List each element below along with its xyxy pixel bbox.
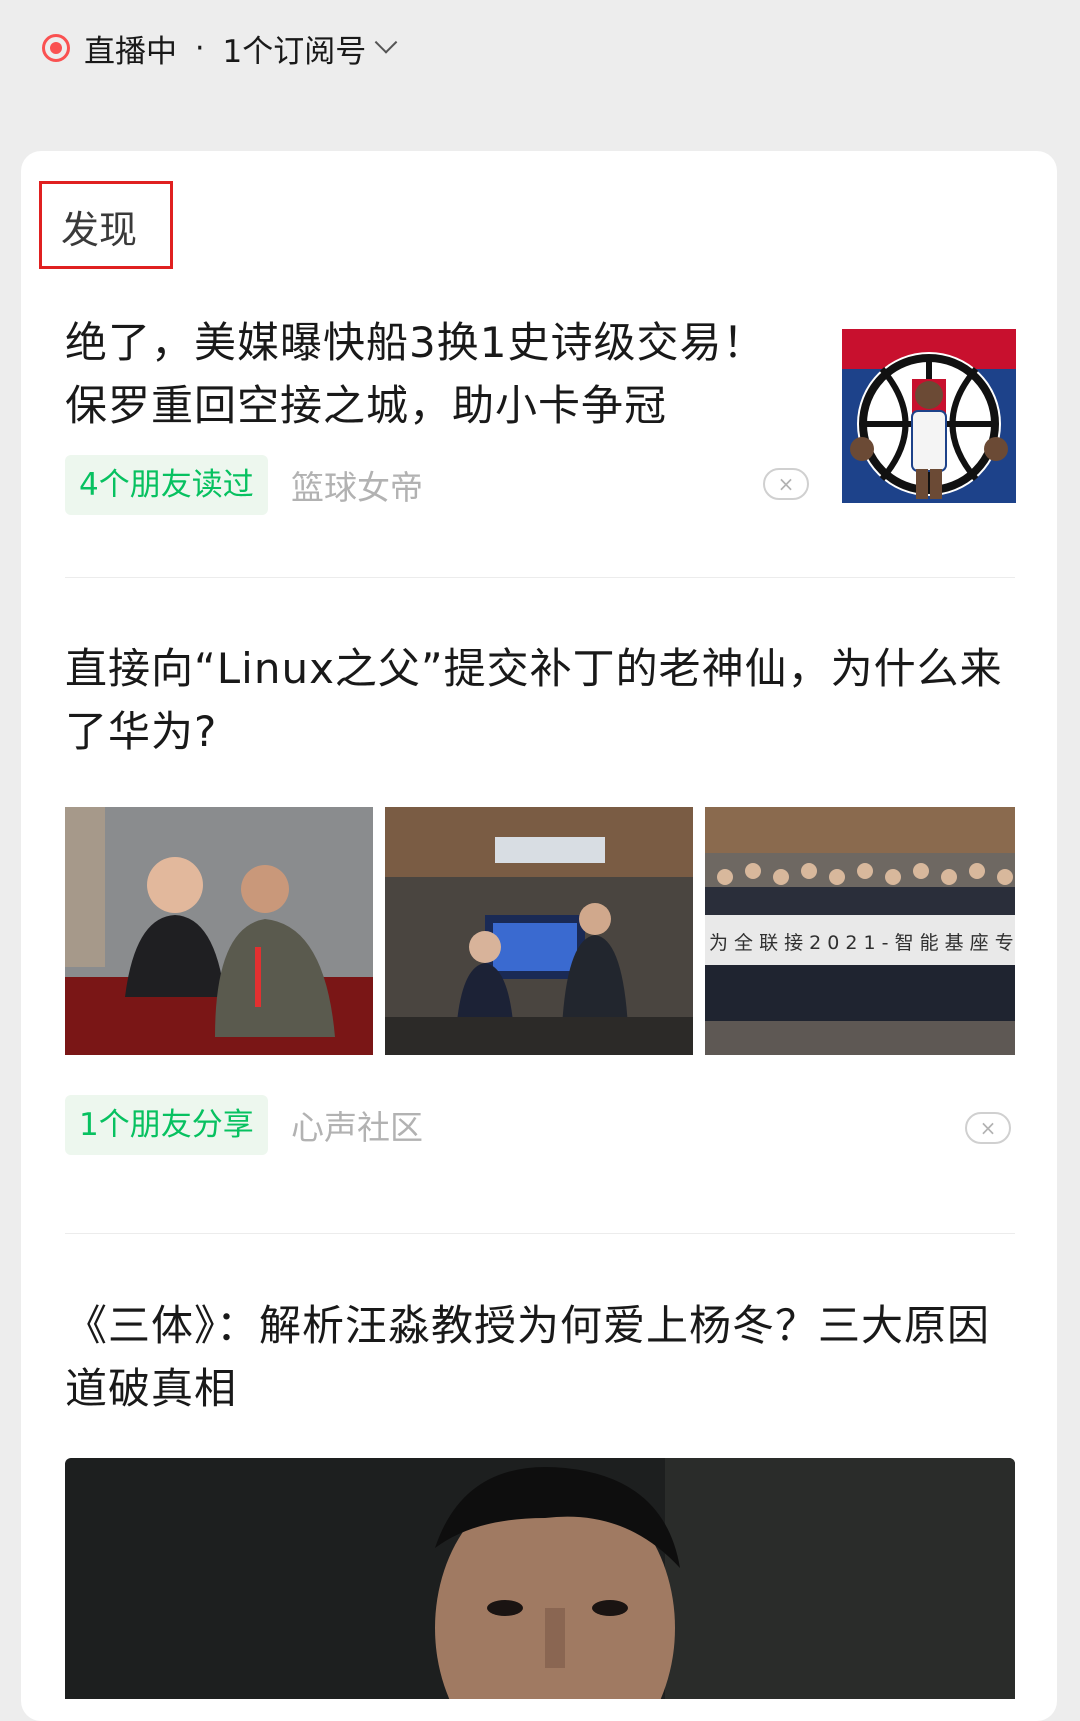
- conference-booth-photo: [385, 807, 693, 1055]
- article-source[interactable]: 心声社区: [291, 1101, 423, 1149]
- live-status-label: 直播中: [84, 33, 177, 70]
- group-photo: 为 全 联 接 2 0 2 1 - 智 能 基 座 专: [705, 807, 1015, 1055]
- actor-portrait-photo: [65, 1458, 1015, 1699]
- article-image-2[interactable]: [385, 807, 693, 1055]
- close-icon: ×: [979, 1116, 997, 1140]
- close-icon: ×: [777, 472, 795, 496]
- discover-card: 发现 绝了，美媒曝快船3换1史诗级交易！保罗重回空接之城，助小卡争冠 4个朋友读…: [21, 151, 1057, 1721]
- article-image-3[interactable]: 为 全 联 接 2 0 2 1 - 智 能 基 座 专: [705, 807, 1015, 1055]
- two-men-photo: [65, 807, 373, 1055]
- banner-text: 为 全 联 接 2 0 2 1 - 智 能 基 座 专: [709, 932, 1014, 954]
- friends-share-badge: 1个朋友分享: [65, 1095, 268, 1155]
- article-title[interactable]: 《三体》：解析汪淼教授为何爱上杨冬？三大原因道破真相: [65, 1294, 1015, 1420]
- section-title: 发现: [61, 208, 138, 252]
- divider: [65, 1233, 1015, 1234]
- clippers-player-image: [842, 329, 1016, 503]
- dismiss-button[interactable]: ×: [763, 468, 809, 500]
- divider: [65, 577, 1015, 578]
- live-indicator-icon: [42, 34, 70, 62]
- article-source[interactable]: 篮球女帝: [291, 461, 423, 509]
- chevron-down-icon[interactable]: [374, 31, 398, 54]
- separator-dot: ·: [195, 30, 205, 66]
- article-title[interactable]: 绝了，美媒曝快船3换1史诗级交易！保罗重回空接之城，助小卡争冠: [65, 311, 805, 437]
- friends-read-badge: 4个朋友读过: [65, 455, 268, 515]
- article-thumbnail[interactable]: [842, 329, 1016, 503]
- article-title[interactable]: 直接向“Linux之父”提交补丁的老神仙，为什么来了华为?: [65, 637, 1015, 763]
- article-cover-image[interactable]: [65, 1458, 1015, 1699]
- subscription-count: 1个订阅号: [222, 33, 367, 70]
- dismiss-button[interactable]: ×: [965, 1112, 1011, 1144]
- live-bar[interactable]: 直播中 · 1个订阅号: [42, 24, 398, 72]
- article-image-1[interactable]: [65, 807, 373, 1055]
